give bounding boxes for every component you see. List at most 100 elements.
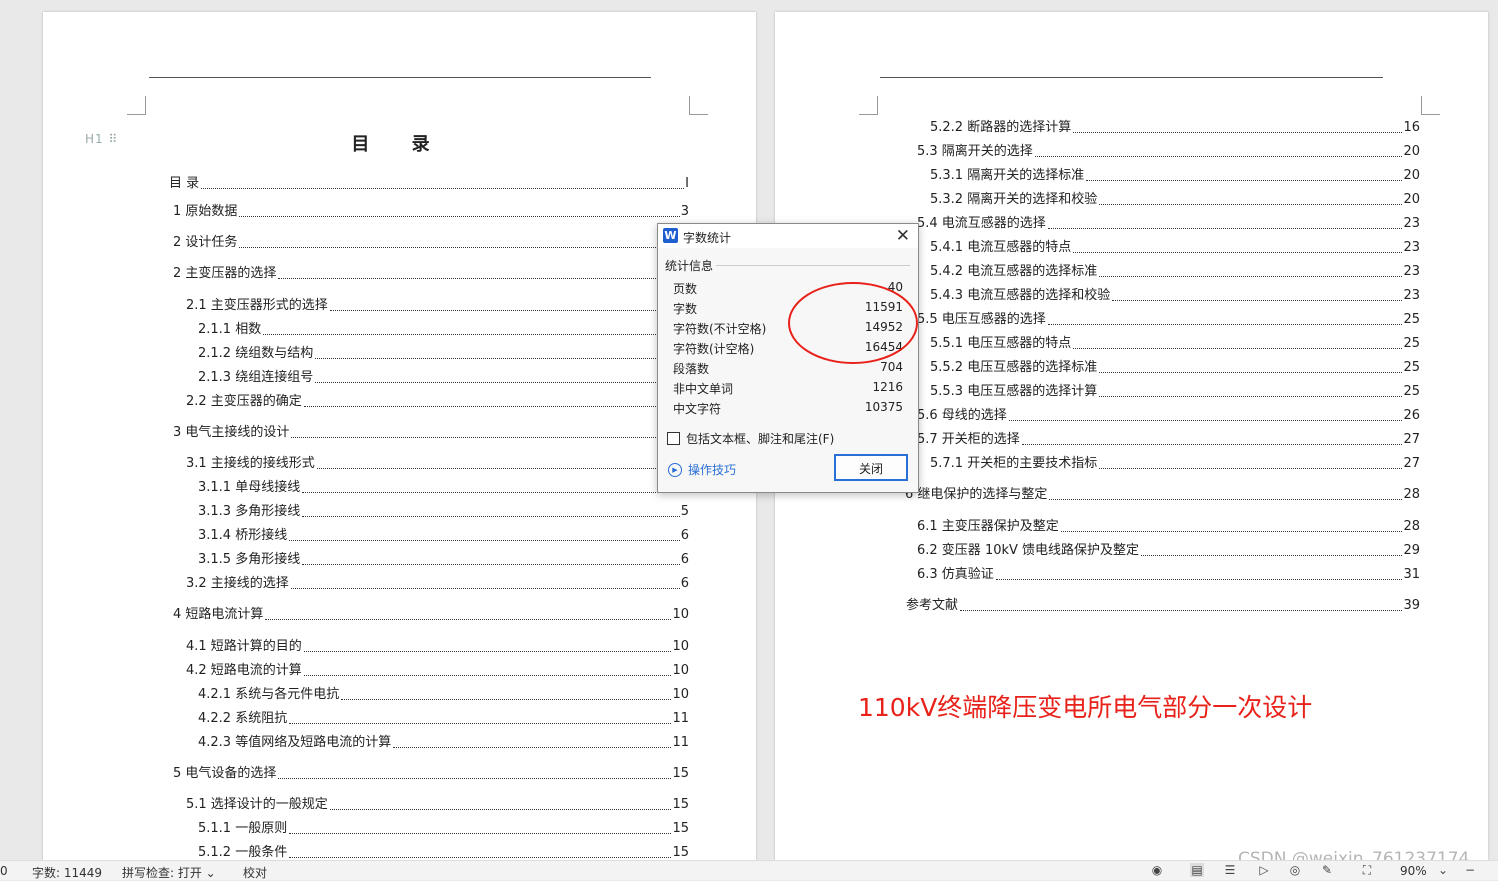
- toc-entry[interactable]: 参考文献 39: [906, 598, 1420, 614]
- include-textbox-checkbox[interactable]: 包括文本框、脚注和尾注(F): [667, 430, 834, 447]
- toc-entry-page: 5: [680, 504, 689, 519]
- pen-icon[interactable]: ✎: [1320, 863, 1334, 877]
- spell-check-status[interactable]: 拼写检查: 打开 ⌄: [122, 864, 216, 881]
- toc-leader-dots: [329, 309, 680, 311]
- checkbox-box[interactable]: [667, 432, 680, 445]
- toc-entry[interactable]: 2 设计任务5: [173, 235, 689, 251]
- toc-leader-dots: [303, 405, 680, 407]
- stat-row: 段落数 704: [673, 360, 903, 378]
- toc-entry[interactable]: 3.2 主接线的选择 6: [186, 576, 689, 592]
- stat-key: 中文字符: [673, 402, 722, 416]
- toc-entry[interactable]: 2.1.2 绕组数与结构5: [198, 346, 689, 362]
- toc-entry[interactable]: 6.3 仿真验证 31: [917, 567, 1420, 583]
- toc-entry[interactable]: 2.2 主变压器的确定5: [186, 394, 689, 410]
- toc-entry[interactable]: 5.6 母线的选择 26: [917, 408, 1420, 424]
- stat-value: 704: [880, 360, 903, 374]
- toc-entry[interactable]: 6 继电保护的选择与整定 28: [905, 487, 1420, 503]
- toc-entry-page: 28: [1403, 487, 1420, 502]
- toc-entry-label: 5.5.2 电压互感器的选择标准: [930, 360, 1098, 375]
- toc-entry[interactable]: 3.1.1 单母线接线5: [198, 480, 689, 496]
- toc-entry-page: 15: [672, 845, 689, 860]
- chevron-down-icon[interactable]: ⌄: [1436, 863, 1450, 877]
- play-icon[interactable]: ▷: [1257, 863, 1271, 877]
- toc-entry-label: 5.1.2 一般条件: [198, 845, 288, 860]
- toc-entry[interactable]: 3.1.3 多角形接线 5: [198, 504, 689, 520]
- crop-mark: [127, 96, 146, 115]
- stat-row: 字符数(不计空格) 14952: [673, 320, 903, 338]
- toc-entry-page: 10: [672, 639, 689, 654]
- toc-entry[interactable]: 5.7.1 开关柜的主要技术指标 27: [930, 456, 1420, 472]
- toc-entry[interactable]: 5.7 开关柜的选择 27: [917, 432, 1420, 448]
- toc-entry[interactable]: 2.1.1 相数5: [198, 322, 689, 338]
- toc-entry-label: 5.7.1 开关柜的主要技术指标: [930, 456, 1098, 471]
- toc-leader-dots: [278, 777, 672, 779]
- toc-entry[interactable]: 5.5.3 电压互感器的选择计算 25: [930, 384, 1420, 400]
- toc-entry[interactable]: 4.2 短路电流的计算 10: [186, 663, 689, 679]
- toc-entry[interactable]: 5.1.2 一般条件 15: [198, 845, 689, 861]
- stat-key: 段落数: [673, 362, 710, 376]
- toc-entry[interactable]: 3.1.5 多角形接线 6: [198, 552, 689, 568]
- toc-entry[interactable]: 3.1.4 桥形接线 6: [198, 528, 689, 544]
- close-button[interactable]: 关闭: [834, 454, 908, 481]
- toc-entry[interactable]: 5 电气设备的选择 15: [173, 766, 689, 782]
- toc-entry[interactable]: 5.4.2 电流互感器的选择标准 23: [930, 264, 1420, 280]
- toc-entry[interactable]: 3.1 主接线的接线形式5: [186, 456, 689, 472]
- toc-entry[interactable]: 3 电气主接线的设计5: [173, 425, 689, 441]
- toc-entry-label: 5.4.1 电流互感器的特点: [930, 240, 1072, 255]
- close-icon[interactable]: ✕: [896, 226, 910, 246]
- toc-entry-label: 3 电气主接线的设计: [173, 425, 290, 440]
- zoom-level[interactable]: 90%: [1400, 864, 1427, 878]
- toc-entry[interactable]: 2.1 主变压器形式的选择5: [186, 298, 689, 314]
- toc-entry[interactable]: 1 原始数据 3: [173, 204, 689, 220]
- toc-entry[interactable]: 4.2.1 系统与各元件电抗 10: [198, 687, 689, 703]
- page-indicator[interactable]: 0: [0, 864, 8, 878]
- dialog-titlebar[interactable]: W 字数统计 ✕: [658, 224, 918, 248]
- toc-entry[interactable]: 5.3.1 隔离开关的选择标准 20: [930, 168, 1420, 184]
- page-view-icon[interactable]: ▤: [1190, 863, 1204, 877]
- toc-leader-dots: [1073, 347, 1403, 349]
- toc-entry[interactable]: 5.1 选择设计的一般规定 15: [186, 797, 689, 813]
- word-count-status[interactable]: 字数: 11449: [32, 864, 102, 881]
- toc-entry[interactable]: 6.2 变压器 10kV 馈电线路保护及整定 29: [917, 543, 1420, 559]
- toc-entry[interactable]: 5.2.2 断路器的选择计算 16: [930, 120, 1420, 136]
- toc-entry[interactable]: 4.2.3 等值网络及短路电流的计算 11: [198, 735, 689, 751]
- fit-icon[interactable]: ⛶: [1360, 863, 1374, 877]
- toc-entry[interactable]: 5.4.3 电流互感器的选择和校验 23: [930, 288, 1420, 304]
- toc-entry-label: 2.1.1 相数: [198, 322, 262, 337]
- toc-entry-page: 25: [1403, 384, 1420, 399]
- eye-icon[interactable]: ◉: [1150, 863, 1164, 877]
- zoom-minus-icon[interactable]: −: [1463, 863, 1477, 877]
- toc-entry[interactable]: 5.5.2 电压互感器的选择标准 25: [930, 360, 1420, 376]
- web-icon[interactable]: ◎: [1288, 863, 1302, 877]
- crop-mark: [859, 96, 878, 115]
- stat-key: 字符数(计空格): [673, 342, 755, 356]
- toc-entry-label: 4 短路电流计算: [173, 607, 264, 622]
- toc-entry-page: 16: [1403, 120, 1420, 135]
- toc-entry[interactable]: 5.3.2 隔离开关的选择和校验 20: [930, 192, 1420, 208]
- toc-entry[interactable]: 6.1 主变压器保护及整定 28: [917, 519, 1420, 535]
- toc-leader-dots: [302, 491, 680, 493]
- toc-entry[interactable]: 5.1.1 一般原则 15: [198, 821, 689, 837]
- toc-entry[interactable]: 2.1.3 绕组连接组号5: [198, 370, 689, 386]
- toc-entry[interactable]: 5.5.1 电压互感器的特点 25: [930, 336, 1420, 352]
- outline-view-icon[interactable]: ☰: [1223, 863, 1237, 877]
- toc-entry[interactable]: 4.1 短路计算的目的 10: [186, 639, 689, 655]
- toc-leader-dots: [316, 467, 680, 469]
- toc-entry[interactable]: 5.3 隔离开关的选择 20: [917, 144, 1420, 160]
- toc-entry-label: 5.4.2 电流互感器的选择标准: [930, 264, 1098, 279]
- tips-link[interactable]: ▶ 操作技巧: [668, 461, 736, 478]
- document-page-left: H1 ⠿ 目 录 目 录I1 原始数据32 设计任务52 主变压器的选择52.1…: [43, 12, 756, 860]
- toc-entry-page: 15: [672, 766, 689, 781]
- toc-entry[interactable]: 2 主变压器的选择5: [173, 266, 689, 282]
- toc-entry[interactable]: 5.5 电压互感器的选择 25: [917, 312, 1420, 328]
- toc-leader-dots: [289, 539, 680, 541]
- toc-entry[interactable]: 5.4.1 电流互感器的特点 23: [930, 240, 1420, 256]
- proofread-button[interactable]: 校对: [243, 864, 267, 881]
- toc-entry[interactable]: 目 录I: [169, 176, 689, 192]
- toc-leader-dots: [1099, 203, 1403, 205]
- toc-entry[interactable]: 4.2.2 系统阻抗 11: [198, 711, 689, 727]
- stat-value: 11591: [864, 300, 903, 314]
- toc-entry[interactable]: 4 短路电流计算 10: [173, 607, 689, 623]
- toc-entry[interactable]: 5.4 电流互感器的选择 23: [917, 216, 1420, 232]
- toc-entry-page: 23: [1403, 288, 1420, 303]
